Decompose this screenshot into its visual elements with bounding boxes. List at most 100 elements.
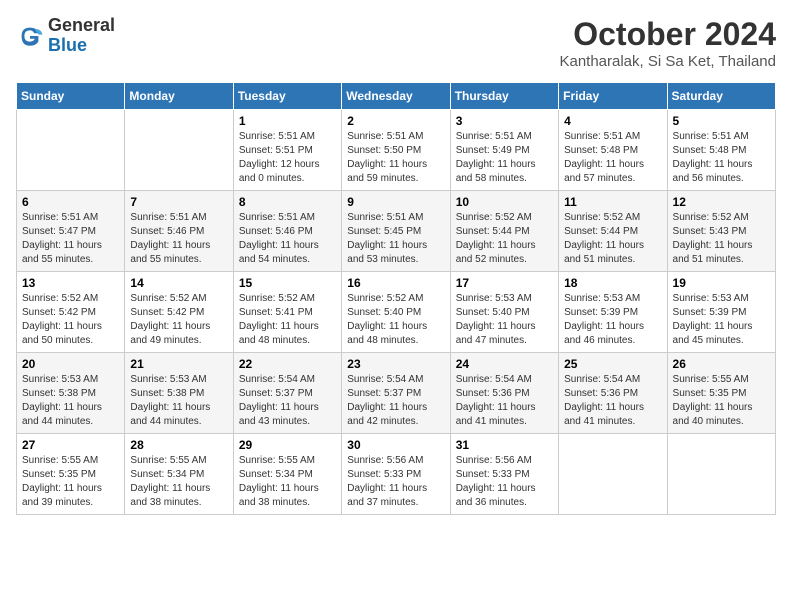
calendar-cell bbox=[559, 434, 667, 515]
day-info: Sunrise: 5:54 AMSunset: 5:37 PMDaylight:… bbox=[347, 373, 444, 429]
logo-icon bbox=[16, 22, 44, 50]
calendar-cell: 9 Sunrise: 5:51 AMSunset: 5:45 PMDaylight… bbox=[342, 191, 450, 272]
day-info: Sunrise: 5:53 AMSunset: 5:39 PMDaylight:… bbox=[564, 292, 661, 348]
day-info: Sunrise: 5:52 AMSunset: 5:41 PMDaylight:… bbox=[239, 292, 336, 348]
week-row-4: 20 Sunrise: 5:53 AMSunset: 5:38 PMDayligh… bbox=[17, 353, 776, 434]
day-info: Sunrise: 5:52 AMSunset: 5:42 PMDaylight:… bbox=[22, 292, 119, 348]
weekday-header-wednesday: Wednesday bbox=[342, 83, 450, 110]
calendar-cell: 11Sunrise: 5:52 AMSunset: 5:44 PMDayligh… bbox=[559, 191, 667, 272]
calendar-cell: 12Sunrise: 5:52 AMSunset: 5:43 PMDayligh… bbox=[667, 191, 775, 272]
weekday-header-row: SundayMondayTuesdayWednesdayThursdayFrid… bbox=[17, 83, 776, 110]
calendar-cell: 17 Sunrise: 5:53 AMSunset: 5:40 PMDayligh… bbox=[450, 272, 558, 353]
calendar-cell: 19 Sunrise: 5:53 AMSunset: 5:39 PMDayligh… bbox=[667, 272, 775, 353]
day-info: Sunrise: 5:51 AMSunset: 5:51 PMDaylight:… bbox=[239, 130, 336, 186]
week-row-5: 27 Sunrise: 5:55 AMSunset: 5:35 PMDayligh… bbox=[17, 434, 776, 515]
week-row-1: 1 Sunrise: 5:51 AMSunset: 5:51 PMDaylight… bbox=[17, 110, 776, 191]
day-info: Sunrise: 5:55 AMSunset: 5:35 PMDaylight:… bbox=[22, 454, 119, 510]
calendar-cell: 2Sunrise: 5:51 AMSunset: 5:50 PMDaylight… bbox=[342, 110, 450, 191]
day-info: Sunrise: 5:54 AMSunset: 5:36 PMDaylight:… bbox=[564, 373, 661, 429]
day-info: Sunrise: 5:51 AMSunset: 5:49 PMDaylight:… bbox=[456, 130, 553, 186]
day-number: 9 bbox=[347, 195, 444, 209]
day-info: Sunrise: 5:53 AMSunset: 5:39 PMDaylight:… bbox=[673, 292, 770, 348]
weekday-header-sunday: Sunday bbox=[17, 83, 125, 110]
logo-blue-text: Blue bbox=[48, 35, 87, 55]
calendar-cell bbox=[17, 110, 125, 191]
logo-general-text: General bbox=[48, 15, 115, 35]
day-number: 29 bbox=[239, 438, 336, 452]
day-number: 5 bbox=[673, 114, 770, 128]
day-info: Sunrise: 5:55 AMSunset: 5:35 PMDaylight:… bbox=[673, 373, 770, 429]
calendar-cell: 25Sunrise: 5:54 AMSunset: 5:36 PMDayligh… bbox=[559, 353, 667, 434]
month-title: October 2024 bbox=[559, 16, 776, 53]
day-number: 7 bbox=[130, 195, 227, 209]
day-info: Sunrise: 5:53 AMSunset: 5:38 PMDaylight:… bbox=[130, 373, 227, 429]
day-number: 13 bbox=[22, 276, 119, 290]
day-number: 27 bbox=[22, 438, 119, 452]
calendar-cell: 22 Sunrise: 5:54 AMSunset: 5:37 PMDayligh… bbox=[233, 353, 341, 434]
day-number: 20 bbox=[22, 357, 119, 371]
calendar-cell: 18 Sunrise: 5:53 AMSunset: 5:39 PMDayligh… bbox=[559, 272, 667, 353]
day-info: Sunrise: 5:56 AMSunset: 5:33 PMDaylight:… bbox=[347, 454, 444, 510]
calendar-cell: 26 Sunrise: 5:55 AMSunset: 5:35 PMDayligh… bbox=[667, 353, 775, 434]
calendar-cell: 10 Sunrise: 5:52 AMSunset: 5:44 PMDayligh… bbox=[450, 191, 558, 272]
logo: General Blue bbox=[16, 16, 115, 56]
calendar-cell bbox=[667, 434, 775, 515]
day-number: 14 bbox=[130, 276, 227, 290]
calendar-cell: 27 Sunrise: 5:55 AMSunset: 5:35 PMDayligh… bbox=[17, 434, 125, 515]
day-number: 1 bbox=[239, 114, 336, 128]
day-info: Sunrise: 5:54 AMSunset: 5:36 PMDaylight:… bbox=[456, 373, 553, 429]
day-info: Sunrise: 5:52 AMSunset: 5:42 PMDaylight:… bbox=[130, 292, 227, 348]
calendar-cell: 5 Sunrise: 5:51 AMSunset: 5:48 PMDaylight… bbox=[667, 110, 775, 191]
day-info: Sunrise: 5:52 AMSunset: 5:44 PMDaylight:… bbox=[456, 211, 553, 267]
day-info: Sunrise: 5:51 AMSunset: 5:48 PMDaylight:… bbox=[673, 130, 770, 186]
day-info: Sunrise: 5:55 AMSunset: 5:34 PMDaylight:… bbox=[239, 454, 336, 510]
day-info: Sunrise: 5:51 AMSunset: 5:46 PMDaylight:… bbox=[239, 211, 336, 267]
weekday-header-thursday: Thursday bbox=[450, 83, 558, 110]
weekday-header-monday: Monday bbox=[125, 83, 233, 110]
calendar-cell: 31Sunrise: 5:56 AMSunset: 5:33 PMDayligh… bbox=[450, 434, 558, 515]
page-header: General Blue October 2024 Kantharalak, S… bbox=[16, 16, 776, 70]
calendar-cell: 7Sunrise: 5:51 AMSunset: 5:46 PMDaylight… bbox=[125, 191, 233, 272]
title-block: October 2024 Kantharalak, Si Sa Ket, Tha… bbox=[559, 16, 776, 70]
calendar-cell: 14 Sunrise: 5:52 AMSunset: 5:42 PMDayligh… bbox=[125, 272, 233, 353]
week-row-2: 6 Sunrise: 5:51 AMSunset: 5:47 PMDaylight… bbox=[17, 191, 776, 272]
calendar-cell: 8Sunrise: 5:51 AMSunset: 5:46 PMDaylight… bbox=[233, 191, 341, 272]
day-info: Sunrise: 5:54 AMSunset: 5:37 PMDaylight:… bbox=[239, 373, 336, 429]
calendar-cell bbox=[125, 110, 233, 191]
weekday-header-tuesday: Tuesday bbox=[233, 83, 341, 110]
day-info: Sunrise: 5:55 AMSunset: 5:34 PMDaylight:… bbox=[130, 454, 227, 510]
day-number: 15 bbox=[239, 276, 336, 290]
day-info: Sunrise: 5:56 AMSunset: 5:33 PMDaylight:… bbox=[456, 454, 553, 510]
week-row-3: 13 Sunrise: 5:52 AMSunset: 5:42 PMDayligh… bbox=[17, 272, 776, 353]
location-title: Kantharalak, Si Sa Ket, Thailand bbox=[559, 53, 776, 70]
day-number: 10 bbox=[456, 195, 553, 209]
weekday-header-saturday: Saturday bbox=[667, 83, 775, 110]
day-number: 11 bbox=[564, 195, 661, 209]
calendar-cell: 3Sunrise: 5:51 AMSunset: 5:49 PMDaylight… bbox=[450, 110, 558, 191]
day-number: 18 bbox=[564, 276, 661, 290]
day-number: 22 bbox=[239, 357, 336, 371]
calendar-table: SundayMondayTuesdayWednesdayThursdayFrid… bbox=[16, 82, 776, 515]
day-number: 2 bbox=[347, 114, 444, 128]
day-number: 26 bbox=[673, 357, 770, 371]
calendar-cell: 4Sunrise: 5:51 AMSunset: 5:48 PMDaylight… bbox=[559, 110, 667, 191]
day-number: 4 bbox=[564, 114, 661, 128]
calendar-cell: 21Sunrise: 5:53 AMSunset: 5:38 PMDayligh… bbox=[125, 353, 233, 434]
day-info: Sunrise: 5:51 AMSunset: 5:47 PMDaylight:… bbox=[22, 211, 119, 267]
day-info: Sunrise: 5:53 AMSunset: 5:38 PMDaylight:… bbox=[22, 373, 119, 429]
day-number: 19 bbox=[673, 276, 770, 290]
day-info: Sunrise: 5:51 AMSunset: 5:45 PMDaylight:… bbox=[347, 211, 444, 267]
day-number: 6 bbox=[22, 195, 119, 209]
day-number: 23 bbox=[347, 357, 444, 371]
day-number: 24 bbox=[456, 357, 553, 371]
calendar-cell: 28 Sunrise: 5:55 AMSunset: 5:34 PMDayligh… bbox=[125, 434, 233, 515]
weekday-header-friday: Friday bbox=[559, 83, 667, 110]
day-number: 12 bbox=[673, 195, 770, 209]
day-info: Sunrise: 5:53 AMSunset: 5:40 PMDaylight:… bbox=[456, 292, 553, 348]
calendar-cell: 29 Sunrise: 5:55 AMSunset: 5:34 PMDayligh… bbox=[233, 434, 341, 515]
calendar-cell: 15 Sunrise: 5:52 AMSunset: 5:41 PMDayligh… bbox=[233, 272, 341, 353]
day-number: 17 bbox=[456, 276, 553, 290]
day-number: 28 bbox=[130, 438, 227, 452]
calendar-cell: 23 Sunrise: 5:54 AMSunset: 5:37 PMDayligh… bbox=[342, 353, 450, 434]
calendar-cell: 30Sunrise: 5:56 AMSunset: 5:33 PMDayligh… bbox=[342, 434, 450, 515]
